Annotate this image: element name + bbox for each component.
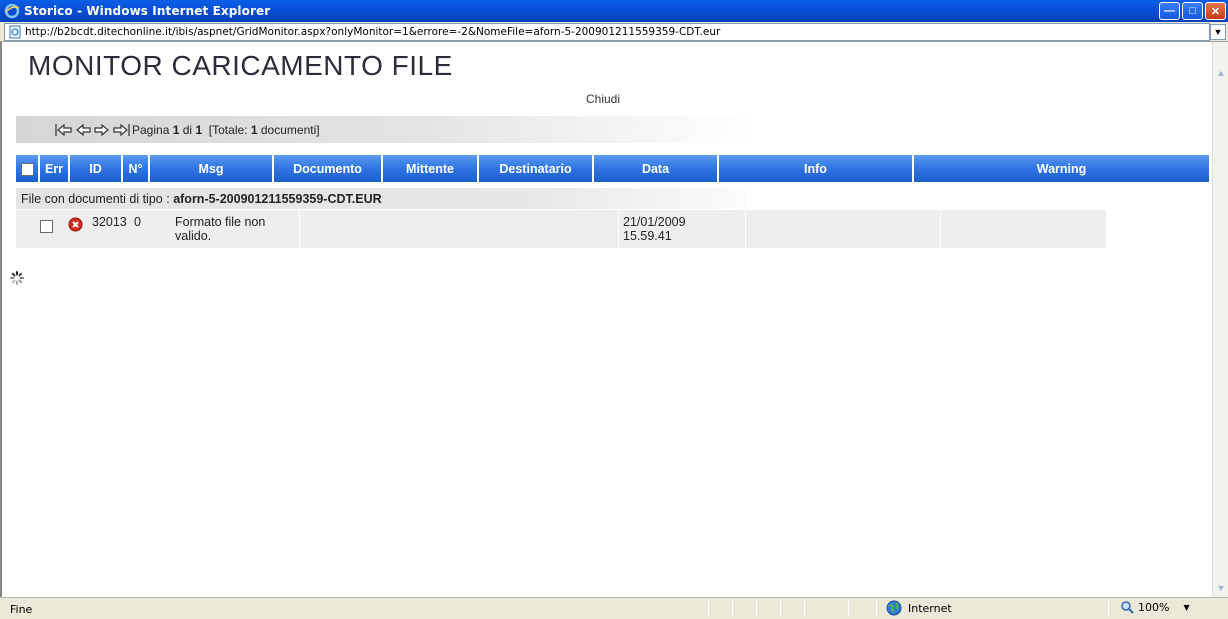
zoom-label: 100%	[1138, 600, 1170, 614]
group-prefix: File con documenti di tipo :	[21, 191, 170, 206]
group-name: aforn-5-200901211559359-CDT.EUR	[173, 191, 382, 206]
zoom-icon	[1121, 601, 1134, 614]
column-info[interactable]: Info	[717, 155, 913, 182]
column-data[interactable]: Data	[592, 155, 718, 182]
column-documento[interactable]: Documento	[272, 155, 382, 182]
close-window-button[interactable]: ✕	[1205, 2, 1226, 20]
header-select-all[interactable]	[16, 155, 39, 182]
security-zone[interactable]: Internet	[886, 600, 952, 616]
select-all-checkbox[interactable]	[20, 162, 34, 176]
page-icon	[9, 25, 21, 39]
column-num[interactable]: N°	[121, 155, 149, 182]
loading-spinner-icon	[10, 271, 24, 285]
minimize-button[interactable]: —	[1159, 2, 1180, 20]
globe-icon	[886, 600, 902, 616]
page-title: MONITOR CARICAMENTO FILE	[28, 50, 453, 81]
status-bar: Fine Internet 100% ▼	[0, 597, 1228, 619]
table-row[interactable]: 32013 0 Formato file non valido. 21/01/2…	[16, 210, 1106, 248]
grid-table: Err ID N° Msg Documento Mittente Destina…	[16, 155, 1209, 182]
prev-page-icon[interactable]	[73, 121, 92, 139]
address-url: http://b2bcdt.ditechonline.it/ibis/aspne…	[25, 26, 721, 38]
last-page-icon[interactable]	[111, 121, 130, 139]
zone-label: Internet	[908, 601, 952, 615]
page-content: MONITOR CARICAMENTO FILE Chiudi Pagina 1…	[0, 42, 1212, 597]
address-field[interactable]: http://b2bcdt.ditechonline.it/ibis/aspne…	[4, 23, 1210, 41]
status-text: Fine	[10, 603, 33, 616]
window-title: Storico - Windows Internet Explorer	[24, 4, 271, 18]
next-page-icon[interactable]	[92, 121, 111, 139]
pager: Pagina 1 di 1 [Totale: 1 documenti]	[16, 116, 756, 143]
first-page-icon[interactable]	[54, 121, 73, 139]
scroll-up-icon[interactable]: ▲	[1214, 66, 1228, 80]
pager-info: Pagina 1 di 1 [Totale: 1 documenti]	[132, 122, 320, 137]
row-msg: Formato file non valido.	[175, 215, 266, 243]
group-row: File con documenti di tipo : aforn-5-200…	[16, 188, 746, 209]
maximize-button[interactable]: □	[1182, 2, 1203, 20]
column-mittente[interactable]: Mittente	[381, 155, 478, 182]
row-num: 0	[134, 215, 141, 229]
zoom-control[interactable]: 100% ▼	[1120, 600, 1190, 614]
column-id[interactable]: ID	[68, 155, 122, 182]
row-id: 32013	[92, 215, 127, 229]
row-date: 21/01/2009 15.59.41	[623, 215, 686, 243]
row-checkbox[interactable]	[40, 220, 53, 233]
zoom-dropdown-icon[interactable]: ▼	[1183, 603, 1189, 612]
ie-logo-icon	[4, 3, 20, 19]
column-destinatario[interactable]: Destinatario	[477, 155, 593, 182]
vertical-scrollbar[interactable]: ▲ ▼	[1212, 42, 1228, 597]
column-warning[interactable]: Warning	[912, 155, 1209, 182]
column-err[interactable]: Err	[38, 155, 69, 182]
close-link[interactable]: Chiudi	[586, 92, 620, 106]
error-icon	[68, 217, 83, 232]
address-dropdown-button[interactable]: ▼	[1210, 24, 1226, 40]
address-bar: http://b2bcdt.ditechonline.it/ibis/aspne…	[0, 22, 1228, 42]
scroll-down-icon[interactable]: ▼	[1214, 581, 1228, 595]
column-msg[interactable]: Msg	[148, 155, 273, 182]
grid-header-row: Err ID N° Msg Documento Mittente Destina…	[16, 155, 1209, 182]
window-titlebar[interactable]: Storico - Windows Internet Explorer — □ …	[0, 0, 1228, 22]
